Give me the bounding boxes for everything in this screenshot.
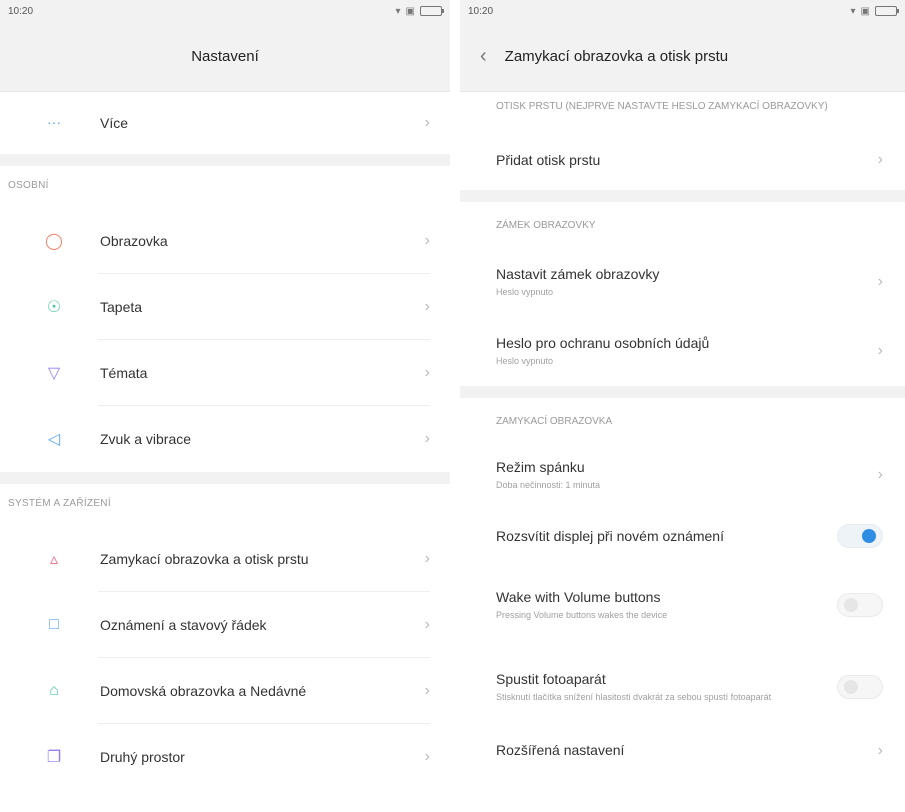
chevron-right-icon: › [877,342,883,359]
settings-item-label: Témata [100,365,148,381]
settings-item-themes[interactable]: ▽ Témata › [0,340,450,406]
status-icons: ▾ ▣ [395,5,444,17]
item-subtitle: Doba nečinnosti: 1 minuta [496,479,601,490]
settings-panel: 10:20 ▾ ▣ Nastavení ··· Více › OSOBNÍ ◯ … [0,0,450,812]
status-bar: 10:20 ▾ ▣ [0,0,450,22]
settings-item-label: Druhý prostor [100,749,185,765]
status-bar: 10:20 ▾ ▣ [460,0,905,22]
sim-icon: ▣ [405,5,415,17]
section-header-fingerprint: OTISK PRSTU (NEJPRVE NASTAVTE HESLO ZAMY… [496,101,828,112]
settings-item-lockscreen[interactable]: ▵ Zamykací obrazovka a otisk prstu › [0,526,450,592]
wifi-icon: ▾ [850,5,856,17]
back-arrow-icon[interactable]: ‹ [480,45,487,68]
settings-item-second-space[interactable]: ❐ Druhý prostor › [0,724,450,790]
item-title: Rozsvítit displej při novém oznámení [496,528,724,544]
set-screen-lock-item[interactable]: Nastavit zámek obrazovky Heslo vypnuto › [460,248,905,316]
chevron-right-icon: › [424,616,430,633]
wake-volume-toggle[interactable] [837,593,883,617]
launch-camera-item[interactable]: Spustit fotoaparát Stisknutí tlačítka sn… [460,644,905,730]
sound-icon: ◁ [47,431,61,448]
panel-divider [452,0,458,812]
themes-icon: ▽ [47,365,61,382]
settings-item-label: Více [100,115,129,131]
settings-item-label: Tapeta [100,299,143,315]
section-header-system: SYSTÉM A ZAŘÍZENÍ [8,498,111,509]
chevron-right-icon: › [877,742,883,759]
sim-icon: ▣ [860,5,870,17]
notification-icon: □ [49,616,59,633]
settings-item-notifications[interactable]: □ Oznámení a stavový řádek › [0,592,450,658]
section-header-screen-lock: ZÁMEK OBRAZOVKY [496,220,596,231]
item-title: Spustit fotoaparát [496,670,606,687]
wifi-icon: ▾ [395,5,401,17]
battery-icon [420,6,444,16]
settings-item-home-screen[interactable]: ⌂ Domovská obrazovka a Nedávné › [0,658,450,724]
page-title: Nastavení [0,22,450,92]
section-header-lockscreen: ZAMYKACÍ OBRAZOVKA [496,416,613,427]
personal-list: ◯ Obrazovka › ☉ Tapeta › ▽ Témata › ◁ Zv… [0,208,450,472]
wake-on-notification-item[interactable]: Rozsvítit displej při novém oznámení [460,506,905,566]
settings-item-wallpaper[interactable]: ☉ Tapeta › [0,274,450,340]
item-title: Rozšířená nastavení [496,742,625,758]
settings-item-label: Domovská obrazovka a Nedávné [100,683,307,699]
wake-on-notification-toggle[interactable] [837,524,883,548]
section-gap [0,154,450,166]
item-title: Heslo pro ochranu osobních údajů [496,334,710,351]
chevron-right-icon: › [877,273,883,290]
settings-item-label: Zamykací obrazovka a otisk prstu [100,551,309,567]
section-gap [0,472,450,484]
item-title: Nastavit zámek obrazovky [496,265,660,282]
toggle-knob [862,529,876,543]
home-icon: ⌂ [49,682,59,699]
settings-item-label: Zvuk a vibrace [100,431,192,447]
advanced-settings-item[interactable]: Rozšířená nastavení › [460,730,905,774]
section-gap [460,386,905,398]
chevron-right-icon: › [424,298,430,315]
privacy-password-item[interactable]: Heslo pro ochranu osobních údajů Heslo v… [460,316,905,386]
add-fingerprint-item[interactable]: Přidat otisk prstu › [460,130,905,190]
item-subtitle: Stisknutí tlačítka snížení hlasitosti dv… [496,691,772,702]
dots-icon: ··· [47,114,61,130]
item-title: Režim spánku [496,458,585,475]
chevron-right-icon: › [424,748,430,765]
item-subtitle: Heslo vypnuto [496,286,554,297]
lock-icon: ▵ [49,551,59,568]
settings-item-display[interactable]: ◯ Obrazovka › [0,208,450,274]
toggle-knob [844,598,858,612]
battery-icon [875,6,899,16]
chevron-right-icon: › [424,232,430,249]
item-subtitle: Pressing Volume buttons wakes the device [496,609,668,620]
lockscreen-panel: 10:20 ▾ ▣ ‹ Zamykací obrazovka a otisk p… [460,0,905,812]
item-title: Přidat otisk prstu [496,152,601,168]
item-title: Wake with Volume buttons [496,588,661,605]
toggle-knob [844,680,858,694]
chevron-right-icon: › [424,114,430,131]
section-gap [460,190,905,202]
settings-item-label: Oznámení a stavový řádek [100,617,267,633]
header: ‹ Zamykací obrazovka a otisk prstu [460,22,905,92]
section-header-personal: OSOBNÍ [8,180,49,191]
system-list: ▵ Zamykací obrazovka a otisk prstu › □ O… [0,526,450,790]
settings-item-sound[interactable]: ◁ Zvuk a vibrace › [0,406,450,472]
sleep-mode-item[interactable]: Režim spánku Doba nečinnosti: 1 minuta › [460,444,905,506]
chevron-right-icon: › [424,682,430,699]
status-time: 10:20 [8,5,34,17]
settings-item-label: Obrazovka [100,233,168,249]
second-space-icon: ❐ [46,749,62,766]
item-subtitle: Heslo vypnuto [496,355,554,366]
chevron-right-icon: › [424,430,430,447]
wallpaper-icon: ☉ [46,299,62,316]
status-time: 10:20 [468,5,494,17]
page-title: Zamykací obrazovka a otisk prstu [504,48,729,65]
display-icon: ◯ [45,233,63,250]
launch-camera-toggle[interactable] [837,675,883,699]
chevron-right-icon: › [424,550,430,567]
chevron-right-icon: › [424,364,430,381]
wake-volume-item[interactable]: Wake with Volume buttons Pressing Volume… [460,566,905,644]
status-icons: ▾ ▣ [850,5,899,17]
chevron-right-icon: › [877,151,883,168]
chevron-right-icon: › [877,466,883,483]
settings-item-more[interactable]: ··· Více › [0,92,450,154]
